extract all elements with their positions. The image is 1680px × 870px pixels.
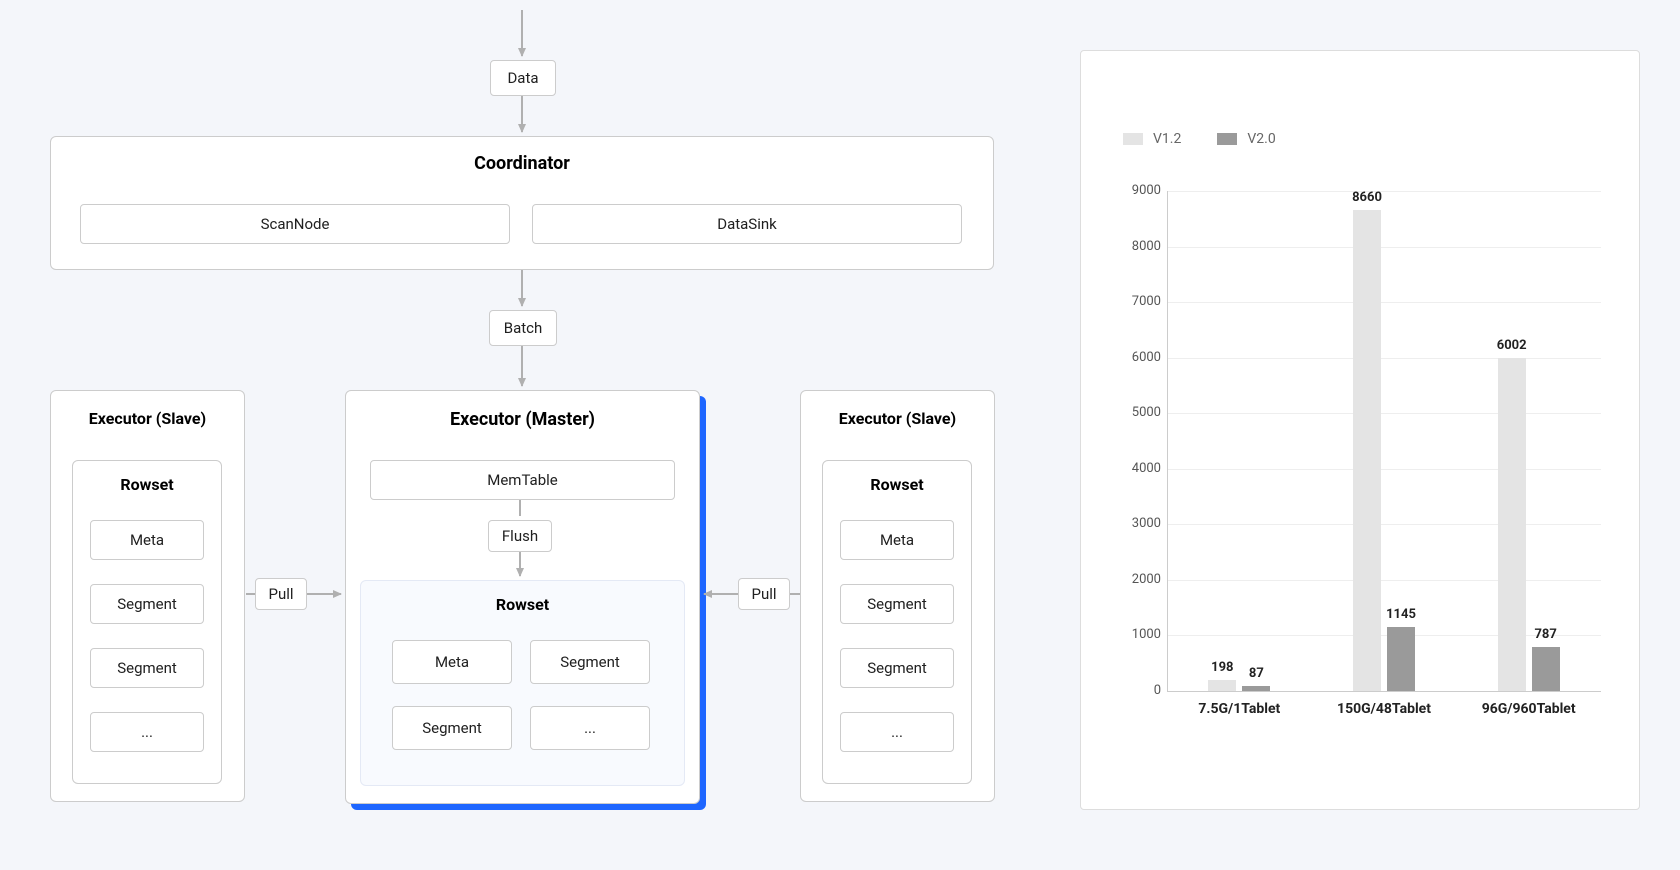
chart-gridline xyxy=(1167,413,1601,414)
legend-label-1: V2.0 xyxy=(1247,131,1275,147)
node-datasink: DataSink xyxy=(532,204,962,244)
chart-gridline xyxy=(1167,469,1601,470)
chart-bar-label: 8660 xyxy=(1343,190,1391,205)
slave-right-seg1: Segment xyxy=(840,584,954,624)
chart-plot-area: 0100020003000400050006000700080009000198… xyxy=(1121,191,1601,721)
chart-gridline xyxy=(1167,302,1601,303)
legend-swatch-0 xyxy=(1123,133,1143,145)
chart-gridline xyxy=(1167,580,1601,581)
chart-xlabel: 150G/48Tablet xyxy=(1314,701,1454,717)
chart-ytick: 2000 xyxy=(1111,572,1161,587)
memtable-label: MemTable xyxy=(487,471,558,489)
node-flush: Flush xyxy=(488,520,552,552)
master-rowset-title: Rowset xyxy=(361,581,684,628)
chart-xaxis xyxy=(1167,691,1601,692)
master-meta: Meta xyxy=(392,640,512,684)
chart-bar xyxy=(1387,627,1415,691)
chart-bar-label: 787 xyxy=(1522,627,1570,642)
coordinator-title: Coordinator xyxy=(51,137,993,174)
chart-ytick: 7000 xyxy=(1111,294,1161,309)
node-data-label: Data xyxy=(507,69,538,87)
node-batch: Batch xyxy=(489,310,557,346)
chart-ytick: 6000 xyxy=(1111,350,1161,365)
flush-label: Flush xyxy=(502,527,538,545)
master-seg-bl: Segment xyxy=(392,706,512,750)
chart-bar-label: 6002 xyxy=(1488,338,1536,353)
slave-right-title: Executor (Slave) xyxy=(801,391,994,446)
master-more: ... xyxy=(530,706,650,750)
chart-yaxis xyxy=(1167,191,1168,691)
chart-gridline xyxy=(1167,358,1601,359)
legend-label-0: V1.2 xyxy=(1153,131,1181,147)
datasink-label: DataSink xyxy=(717,215,777,233)
chart-ytick: 3000 xyxy=(1111,516,1161,531)
coordinator-box: Coordinator xyxy=(50,136,994,270)
pull-right: Pull xyxy=(738,578,790,610)
chart-xlabel: 96G/960Tablet xyxy=(1459,701,1599,717)
master-title: Executor (Master) xyxy=(346,391,699,448)
batch-label: Batch xyxy=(504,319,543,337)
slave-left-seg2: Segment xyxy=(90,648,204,688)
node-scannode: ScanNode xyxy=(80,204,510,244)
chart-bar-label: 87 xyxy=(1232,666,1280,681)
slave-right-more: ... xyxy=(840,712,954,752)
chart-ytick: 4000 xyxy=(1111,461,1161,476)
chart-bar-label: 1145 xyxy=(1377,607,1425,622)
chart-bar xyxy=(1532,647,1560,691)
slave-right-seg2: Segment xyxy=(840,648,954,688)
chart-panel: V1.2 V2.0 010002000300040005000600070008… xyxy=(1080,50,1640,810)
slave-left-title: Executor (Slave) xyxy=(51,391,244,446)
node-memtable: MemTable xyxy=(370,460,675,500)
slave-right-rowset-title: Rowset xyxy=(823,461,971,508)
chart-bar xyxy=(1208,680,1236,691)
slave-left-seg1: Segment xyxy=(90,584,204,624)
chart-gridline xyxy=(1167,247,1601,248)
slave-left-meta: Meta xyxy=(90,520,204,560)
slave-left-more: ... xyxy=(90,712,204,752)
chart-gridline xyxy=(1167,524,1601,525)
chart-ytick: 1000 xyxy=(1111,627,1161,642)
slave-left-rowset-title: Rowset xyxy=(73,461,221,508)
chart-ytick: 9000 xyxy=(1111,183,1161,198)
legend-swatch-1 xyxy=(1217,133,1237,145)
pull-left: Pull xyxy=(255,578,307,610)
node-data: Data xyxy=(490,60,556,96)
chart-ytick: 0 xyxy=(1111,683,1161,698)
master-seg-tr: Segment xyxy=(530,640,650,684)
scannode-label: ScanNode xyxy=(261,215,330,233)
chart-legend: V1.2 V2.0 xyxy=(1123,131,1276,147)
chart-ytick: 8000 xyxy=(1111,239,1161,254)
chart-bar xyxy=(1242,686,1270,691)
chart-ytick: 5000 xyxy=(1111,405,1161,420)
slave-right-meta: Meta xyxy=(840,520,954,560)
chart-xlabel: 7.5G/1Tablet xyxy=(1169,701,1309,717)
